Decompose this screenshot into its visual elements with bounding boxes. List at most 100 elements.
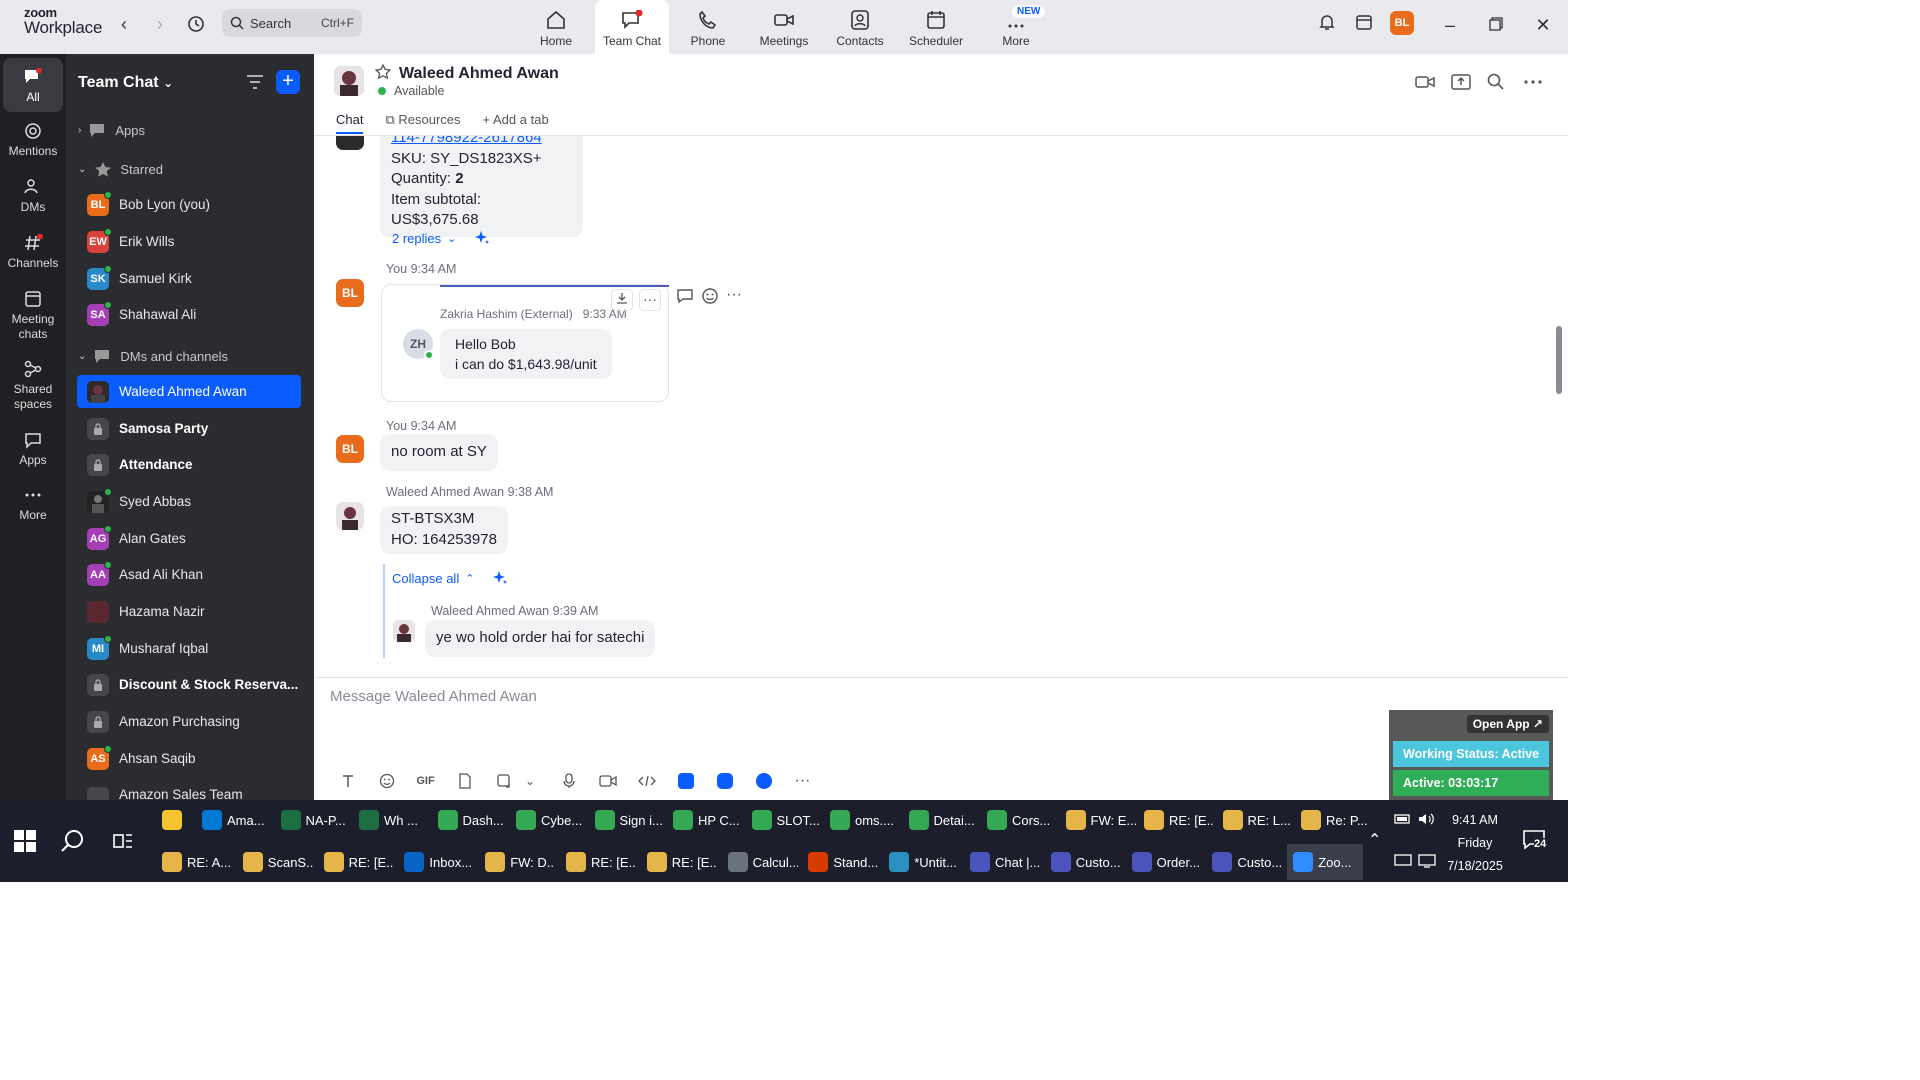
taskbar-app-button[interactable]: ScanS... (237, 844, 313, 880)
more-options-icon[interactable] (1522, 72, 1544, 92)
task-view-icon[interactable] (112, 830, 134, 852)
active-timer-bar[interactable]: Active: 03:03:17 (1393, 770, 1549, 796)
taskbar-app-button[interactable]: HP C... (667, 802, 743, 838)
taskbar-app-button[interactable]: Ama... (196, 802, 272, 838)
dm-item[interactable]: Syed Abbas (77, 485, 301, 518)
rail-channels[interactable]: Channels (3, 233, 63, 271)
channel-item[interactable]: Samosa Party (77, 412, 301, 445)
network-icon[interactable] (1418, 854, 1436, 871)
gif-icon[interactable]: GIF (406, 770, 445, 792)
filter-icon[interactable] (246, 74, 264, 93)
message-input[interactable]: Message Waleed Ahmed Awan (330, 688, 537, 705)
section-starred[interactable]: ⌄ Starred (78, 161, 163, 177)
replies-toggle[interactable]: 2 replies ⌄ (392, 230, 490, 246)
video-call-icon[interactable] (1414, 72, 1436, 92)
tab-contacts[interactable]: Contacts (823, 0, 897, 54)
rail-all[interactable]: All (3, 58, 63, 112)
tab-meetings[interactable]: Meetings (747, 0, 821, 54)
taskbar-app-button[interactable]: Re: P... (1295, 802, 1371, 838)
tab-home[interactable]: Home (519, 0, 593, 54)
tab-resources[interactable]: ⧉ Resources (385, 112, 460, 134)
dm-item-selected[interactable]: Waleed Ahmed Awan (77, 375, 301, 408)
close-icon[interactable]: ✕ (1530, 12, 1556, 38)
taskbar-app-button[interactable]: Cors... (981, 802, 1057, 838)
taskbar-app-button[interactable]: Dash... (432, 802, 508, 838)
share-screen-icon[interactable] (1450, 72, 1472, 92)
forward-arrow-icon[interactable]: › (150, 14, 170, 34)
taskbar-app-button[interactable]: SLOT... (746, 802, 822, 838)
starred-item[interactable]: SA Shahawal Ali (77, 298, 301, 331)
rail-mentions[interactable]: Mentions (3, 122, 63, 159)
order-link[interactable]: 114-7798922-2617864 (391, 136, 542, 146)
message-bubble[interactable]: no room at SY (380, 434, 498, 471)
taskbar-app-button[interactable]: Custo... (1045, 844, 1121, 880)
app-icon[interactable] (705, 770, 744, 792)
minimize-icon[interactable]: – (1437, 12, 1463, 38)
download-icon[interactable] (611, 289, 633, 311)
emoji-icon[interactable] (367, 770, 406, 792)
screenshot-icon[interactable] (484, 770, 523, 792)
search-icon[interactable] (1486, 72, 1508, 92)
rail-shared-spaces[interactable]: Shared spaces (3, 360, 63, 412)
rail-meeting-chats[interactable]: Meeting chats (3, 290, 63, 342)
dm-item[interactable]: AA Asad Ali Khan (77, 558, 301, 591)
battery-icon[interactable] (1394, 812, 1412, 829)
display-icon[interactable] (1394, 854, 1412, 871)
message-list[interactable]: 114-7798922-2617864 SKU: SY_DS1823XS+ Qu… (314, 136, 1554, 676)
back-arrow-icon[interactable]: ‹ (114, 14, 134, 34)
restore-icon[interactable] (1483, 12, 1509, 38)
tab-team-chat[interactable]: Team Chat (595, 0, 669, 54)
taskbar-app-button[interactable]: Custo... (1206, 844, 1282, 880)
file-explorer-icon[interactable] (156, 802, 188, 838)
search-icon[interactable] (60, 828, 86, 854)
channel-item[interactable]: Amazon Purchasing (77, 705, 301, 738)
microphone-icon[interactable] (549, 770, 588, 792)
ai-sparkle-icon[interactable] (474, 230, 490, 246)
tab-phone[interactable]: Phone (671, 0, 745, 54)
taskbar-app-button[interactable]: FW: D... (479, 844, 555, 880)
message-bubble[interactable]: 114-7798922-2617864 SKU: SY_DS1823XS+ Qu… (380, 136, 583, 237)
dm-item[interactable]: AG Alan Gates (77, 522, 301, 555)
history-icon[interactable] (186, 14, 206, 34)
collapse-all-toggle[interactable]: Collapse all ⌃ (392, 570, 508, 586)
section-dms[interactable]: ⌄ DMs and channels (78, 348, 228, 364)
app-icon[interactable] (744, 770, 783, 792)
volume-icon[interactable] (1418, 812, 1436, 829)
scrollbar[interactable] (1556, 326, 1562, 394)
taskbar-app-button[interactable]: Inbox... (398, 844, 474, 880)
taskbar-app-button[interactable]: Detai... (903, 802, 979, 838)
taskbar-app-button[interactable]: RE: [E... (560, 844, 636, 880)
bell-icon[interactable] (1314, 12, 1340, 38)
star-icon[interactable] (374, 63, 392, 83)
windows-start-icon[interactable] (14, 830, 36, 852)
forwarded-message-card[interactable]: Zakria Hashim (External) 9:33 AM ZH Hell… (381, 284, 669, 402)
user-avatar[interactable]: BL (1390, 11, 1414, 35)
dm-item[interactable]: Hazama Nazir (77, 595, 301, 628)
message-more-icon[interactable]: ··· (726, 286, 742, 304)
rail-more[interactable]: More (3, 486, 63, 523)
rail-apps[interactable]: Apps (3, 431, 63, 468)
taskbar-app-button[interactable]: Stand... (802, 844, 878, 880)
open-app-button[interactable]: Open App ↗ (1466, 715, 1549, 733)
notification-center-icon[interactable]: 24 (1522, 828, 1550, 854)
taskbar-app-button[interactable]: Chat |... (964, 844, 1040, 880)
taskbar-app-button[interactable]: FW: E... (1060, 802, 1136, 838)
taskbar-app-button[interactable]: RE: [E... (1138, 802, 1214, 838)
dm-item[interactable]: MI Musharaf Iqbal (77, 632, 301, 665)
working-status-bar[interactable]: Working Status: Active (1393, 741, 1549, 767)
starred-item[interactable]: EW Erik Wills (77, 225, 301, 258)
tab-chat[interactable]: Chat (336, 112, 364, 134)
taskbar-app-button[interactable]: RE: [E... (641, 844, 717, 880)
section-apps[interactable]: › Apps (78, 122, 145, 138)
channel-item[interactable]: Attendance (77, 448, 301, 481)
taskbar-app-button[interactable]: *Untit... (883, 844, 959, 880)
message-bubble[interactable]: ST-BTSX3M HO: 164253978 (380, 506, 508, 554)
taskbar-app-button[interactable]: Calcul... (722, 844, 798, 880)
channel-item[interactable]: Discount & Stock Reserva... (77, 668, 301, 701)
taskbar-app-button[interactable]: RE: [E... (318, 844, 394, 880)
code-snippet-icon[interactable] (627, 770, 666, 792)
emoji-reaction-icon[interactable] (701, 287, 719, 308)
tab-add[interactable]: + Add a tab (483, 112, 549, 134)
taskbar-app-button[interactable]: Wh ... (353, 802, 429, 838)
file-icon[interactable] (445, 770, 484, 792)
